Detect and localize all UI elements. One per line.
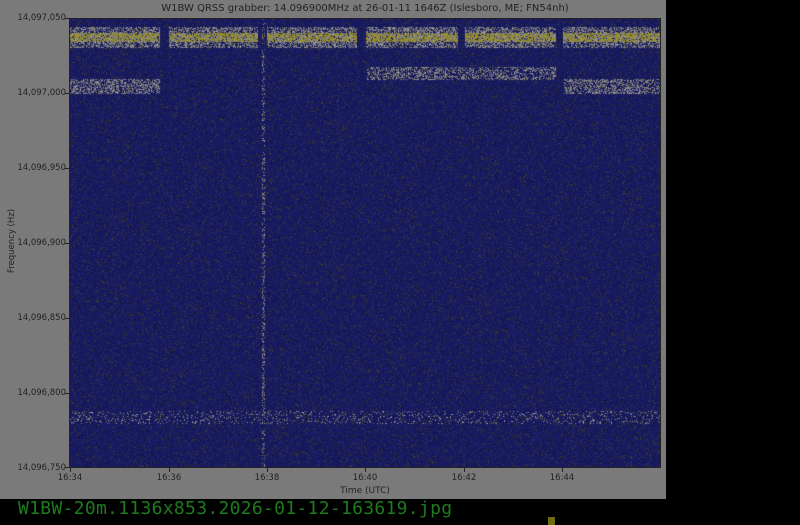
y-tick-mark — [65, 168, 69, 169]
x-tick-label: 16:42 — [451, 473, 477, 483]
x-tick-mark — [267, 468, 268, 472]
waterfall-plot — [69, 18, 661, 468]
x-axis-label: Time (UTC) — [340, 486, 390, 496]
x-tick-mark — [365, 468, 366, 472]
x-tick-mark — [70, 468, 71, 472]
y-tick-mark — [65, 467, 69, 468]
terminal-filename-line: W1BW-20m.1136x853.2026-01-12-163619.jpg — [18, 498, 453, 519]
terminal-cursor — [548, 517, 555, 525]
y-tick-label: 14,097,050 — [17, 13, 66, 23]
waterfall-canvas — [70, 19, 660, 467]
y-tick-label: 14,097,000 — [17, 88, 66, 98]
x-tick-mark — [464, 468, 465, 472]
plot-title: W1BW QRSS grabber: 14.096900MHz at 26-01… — [161, 3, 569, 14]
y-tick-mark — [65, 18, 69, 19]
x-tick-label: 16:34 — [57, 473, 83, 483]
x-tick-label: 16:44 — [549, 473, 575, 483]
y-tick-label: 14,096,850 — [17, 313, 66, 323]
spectrogram-figure: W1BW QRSS grabber: 14.096900MHz at 26-01… — [0, 0, 666, 499]
x-tick-mark — [562, 468, 563, 472]
y-axis-label: Frequency (Hz) — [7, 208, 17, 274]
y-tick-label: 14,096,950 — [17, 163, 66, 173]
y-tick-label: 14,096,800 — [17, 388, 66, 398]
y-tick-mark — [65, 243, 69, 244]
y-tick-mark — [65, 393, 69, 394]
y-tick-mark — [65, 93, 69, 94]
y-tick-label: 14,096,900 — [17, 238, 66, 248]
x-tick-label: 16:40 — [352, 473, 378, 483]
screen: W1BW QRSS grabber: 14.096900MHz at 26-01… — [0, 0, 800, 525]
y-tick-label: 14,096,750 — [17, 463, 66, 473]
x-tick-label: 16:36 — [156, 473, 182, 483]
x-tick-label: 16:38 — [254, 473, 280, 483]
y-tick-mark — [65, 318, 69, 319]
x-tick-mark — [169, 468, 170, 472]
